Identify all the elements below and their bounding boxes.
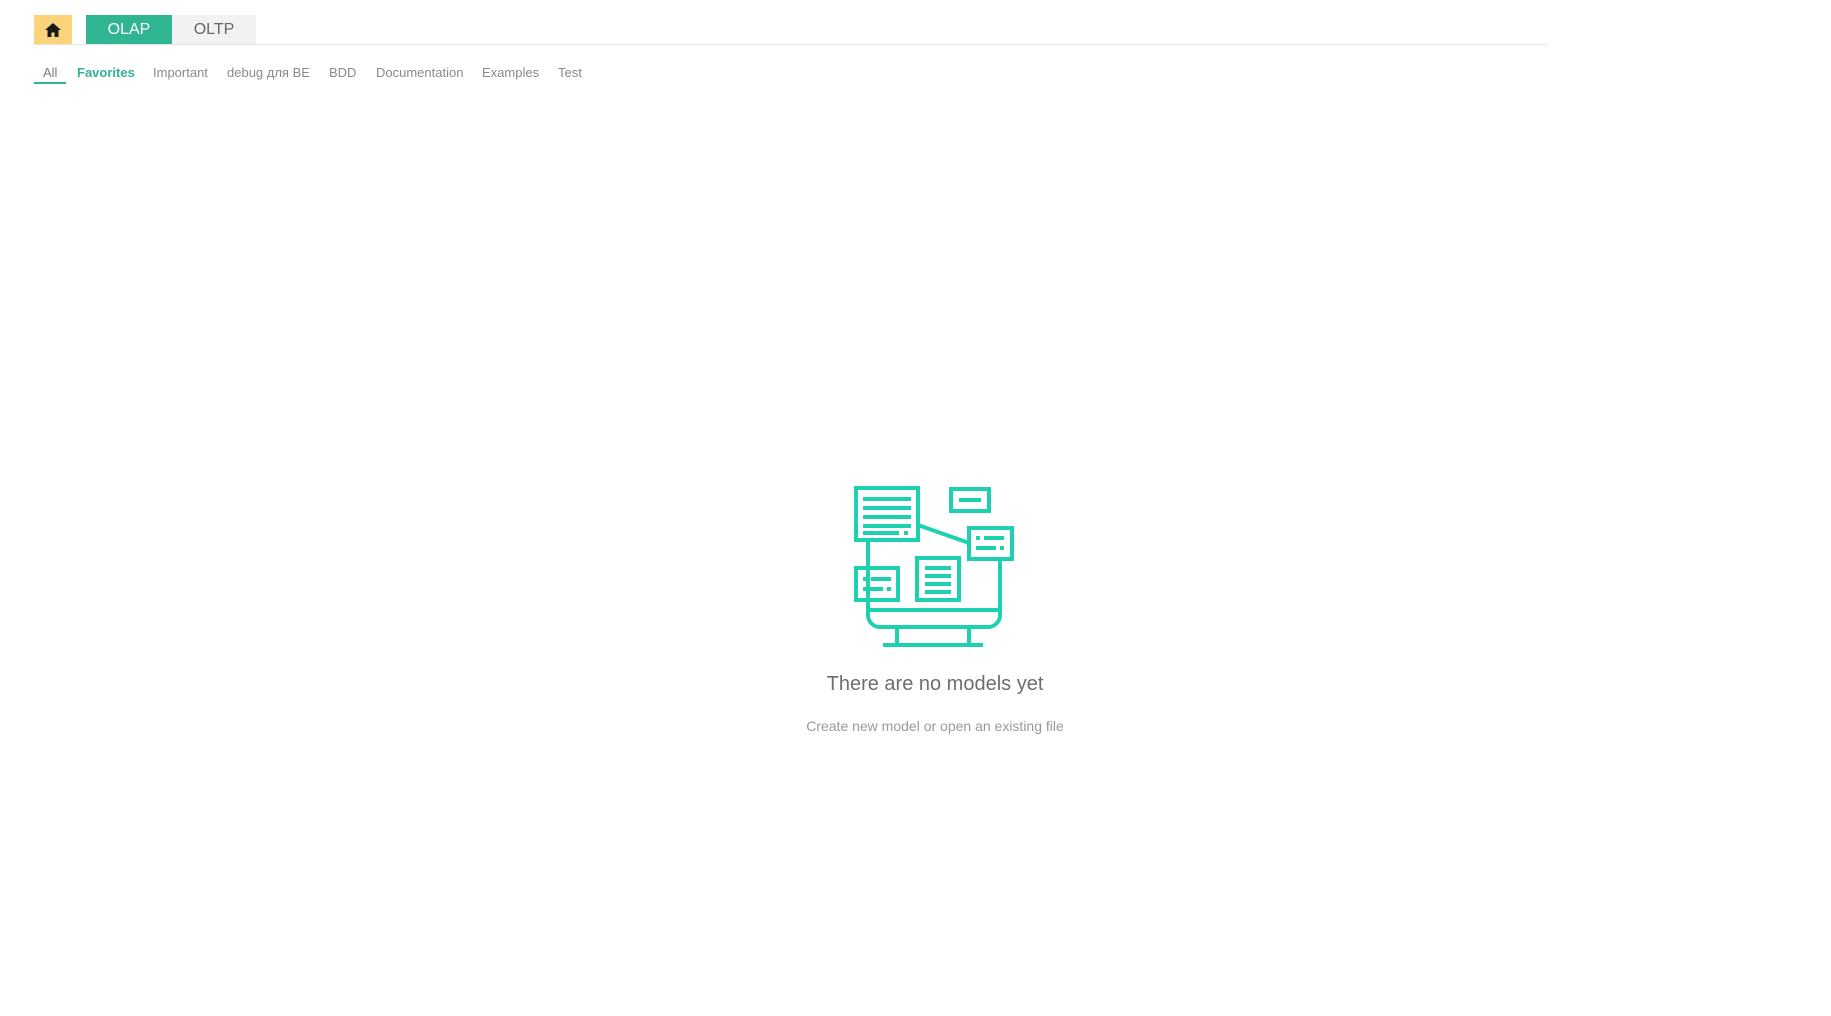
home-icon [45,22,61,37]
filter-tab-all[interactable]: All [34,62,67,84]
filter-tab-debug-be[interactable]: debug для BE [227,62,310,84]
models-illustration-icon [854,486,1014,647]
empty-state-subtitle: Create new model or open an existing fil… [806,718,1064,734]
filter-tab-examples[interactable]: Examples [482,62,539,84]
empty-state: There are no models yet Create new model… [760,485,1110,734]
filter-tab-bdd[interactable]: BDD [329,62,356,84]
filter-tab-favorites[interactable]: Favorites [77,62,135,84]
home-button[interactable] [34,15,72,44]
tab-oltp[interactable]: OLTP [172,15,256,44]
filter-tab-documentation[interactable]: Documentation [376,62,463,84]
top-bar: OLAP OLTP [34,15,1548,45]
tab-olap[interactable]: OLAP [86,15,172,44]
filter-tab-important[interactable]: Important [153,62,208,84]
filter-tab-test[interactable]: Test [558,62,582,84]
empty-state-title: There are no models yet [826,673,1044,695]
